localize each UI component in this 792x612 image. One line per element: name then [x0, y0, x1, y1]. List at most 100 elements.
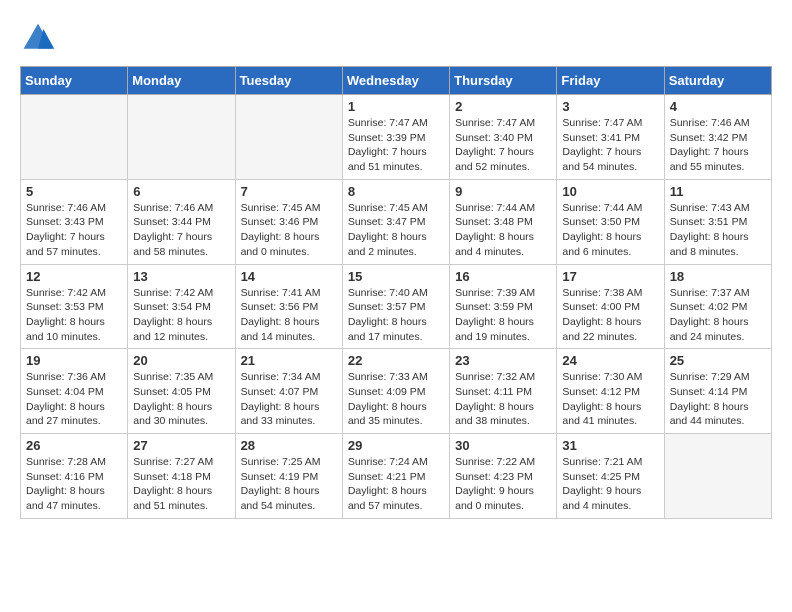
calendar-cell: 4 Sunrise: 7:46 AM Sunset: 3:42 PM Daylig…: [664, 95, 771, 180]
calendar-cell: 8 Sunrise: 7:45 AM Sunset: 3:47 PM Daylig…: [342, 179, 449, 264]
calendar-week-1: 1Sunrise: 7:47 AM Sunset: 3:39 PM Daylig…: [21, 95, 772, 180]
calendar-cell: 9 Sunrise: 7:44 AM Sunset: 3:48 PM Daylig…: [450, 179, 557, 264]
day-number: 2: [455, 99, 551, 114]
calendar-table: SundayMondayTuesdayWednesdayThursdayFrid…: [20, 66, 772, 519]
calendar-cell: 25 Sunrise: 7:29 AM Sunset: 4:14 PM Dayli…: [664, 349, 771, 434]
day-info: Sunrise: 7:44 AM Sunset: 3:48 PM Dayligh…: [455, 201, 551, 260]
day-info: Sunrise: 7:46 AM Sunset: 3:44 PM Dayligh…: [133, 201, 229, 260]
calendar-cell: 23Sunrise: 7:32 AM Sunset: 4:11 PM Dayli…: [450, 349, 557, 434]
calendar-cell: 20 Sunrise: 7:35 AM Sunset: 4:05 PM Dayli…: [128, 349, 235, 434]
day-number: 17: [562, 269, 658, 284]
day-number: 20: [133, 353, 229, 368]
calendar-cell: 6 Sunrise: 7:46 AM Sunset: 3:44 PM Daylig…: [128, 179, 235, 264]
calendar-cell: 1Sunrise: 7:47 AM Sunset: 3:39 PM Daylig…: [342, 95, 449, 180]
day-number: 29: [348, 438, 444, 453]
calendar-cell: 2 Sunrise: 7:47 AM Sunset: 3:40 PM Daylig…: [450, 95, 557, 180]
day-number: 22: [348, 353, 444, 368]
day-info: Sunrise: 7:45 AM Sunset: 3:46 PM Dayligh…: [241, 201, 337, 260]
calendar-cell: [235, 95, 342, 180]
calendar-cell: 5 Sunrise: 7:46 AM Sunset: 3:43 PM Daylig…: [21, 179, 128, 264]
column-header-wednesday: Wednesday: [342, 67, 449, 95]
column-header-saturday: Saturday: [664, 67, 771, 95]
calendar-cell: 24Sunrise: 7:30 AM Sunset: 4:12 PM Dayli…: [557, 349, 664, 434]
day-info: Sunrise: 7:46 AM Sunset: 3:43 PM Dayligh…: [26, 201, 122, 260]
day-info: Sunrise: 7:28 AM Sunset: 4:16 PM Dayligh…: [26, 455, 122, 514]
day-number: 21: [241, 353, 337, 368]
column-header-friday: Friday: [557, 67, 664, 95]
calendar-cell: 16 Sunrise: 7:39 AM Sunset: 3:59 PM Dayli…: [450, 264, 557, 349]
day-info: Sunrise: 7:45 AM Sunset: 3:47 PM Dayligh…: [348, 201, 444, 260]
calendar-week-2: 5 Sunrise: 7:46 AM Sunset: 3:43 PM Daylig…: [21, 179, 772, 264]
calendar-cell: 19 Sunrise: 7:36 AM Sunset: 4:04 PM Dayli…: [21, 349, 128, 434]
calendar-cell: 26 Sunrise: 7:28 AM Sunset: 4:16 PM Dayli…: [21, 434, 128, 519]
day-number: 14: [241, 269, 337, 284]
calendar-week-3: 12 Sunrise: 7:42 AM Sunset: 3:53 PM Dayli…: [21, 264, 772, 349]
calendar-cell: 27Sunrise: 7:27 AM Sunset: 4:18 PM Dayli…: [128, 434, 235, 519]
day-number: 27: [133, 438, 229, 453]
day-number: 7: [241, 184, 337, 199]
calendar-cell: 15Sunrise: 7:40 AM Sunset: 3:57 PM Dayli…: [342, 264, 449, 349]
day-number: 11: [670, 184, 766, 199]
day-info: Sunrise: 7:43 AM Sunset: 3:51 PM Dayligh…: [670, 201, 766, 260]
column-header-thursday: Thursday: [450, 67, 557, 95]
day-info: Sunrise: 7:38 AM Sunset: 4:00 PM Dayligh…: [562, 286, 658, 345]
calendar-cell: [128, 95, 235, 180]
day-info: Sunrise: 7:29 AM Sunset: 4:14 PM Dayligh…: [670, 370, 766, 429]
day-number: 23: [455, 353, 551, 368]
day-info: Sunrise: 7:47 AM Sunset: 3:40 PM Dayligh…: [455, 116, 551, 175]
calendar-cell: 22 Sunrise: 7:33 AM Sunset: 4:09 PM Dayli…: [342, 349, 449, 434]
day-info: Sunrise: 7:34 AM Sunset: 4:07 PM Dayligh…: [241, 370, 337, 429]
calendar-cell: 29 Sunrise: 7:24 AM Sunset: 4:21 PM Dayli…: [342, 434, 449, 519]
calendar-cell: 10 Sunrise: 7:44 AM Sunset: 3:50 PM Dayli…: [557, 179, 664, 264]
day-info: Sunrise: 7:24 AM Sunset: 4:21 PM Dayligh…: [348, 455, 444, 514]
day-info: Sunrise: 7:42 AM Sunset: 3:53 PM Dayligh…: [26, 286, 122, 345]
day-number: 24: [562, 353, 658, 368]
day-number: 18: [670, 269, 766, 284]
day-number: 19: [26, 353, 122, 368]
calendar-cell: 3Sunrise: 7:47 AM Sunset: 3:41 PM Daylig…: [557, 95, 664, 180]
column-header-tuesday: Tuesday: [235, 67, 342, 95]
day-info: Sunrise: 7:21 AM Sunset: 4:25 PM Dayligh…: [562, 455, 658, 514]
day-info: Sunrise: 7:46 AM Sunset: 3:42 PM Dayligh…: [670, 116, 766, 175]
day-number: 26: [26, 438, 122, 453]
column-header-monday: Monday: [128, 67, 235, 95]
day-number: 30: [455, 438, 551, 453]
day-info: Sunrise: 7:40 AM Sunset: 3:57 PM Dayligh…: [348, 286, 444, 345]
day-info: Sunrise: 7:47 AM Sunset: 3:41 PM Dayligh…: [562, 116, 658, 175]
calendar-header-row: SundayMondayTuesdayWednesdayThursdayFrid…: [21, 67, 772, 95]
calendar-cell: 13Sunrise: 7:42 AM Sunset: 3:54 PM Dayli…: [128, 264, 235, 349]
calendar-cell: 12 Sunrise: 7:42 AM Sunset: 3:53 PM Dayli…: [21, 264, 128, 349]
day-number: 5: [26, 184, 122, 199]
day-info: Sunrise: 7:44 AM Sunset: 3:50 PM Dayligh…: [562, 201, 658, 260]
day-number: 8: [348, 184, 444, 199]
calendar-cell: 31Sunrise: 7:21 AM Sunset: 4:25 PM Dayli…: [557, 434, 664, 519]
day-number: 25: [670, 353, 766, 368]
day-info: Sunrise: 7:37 AM Sunset: 4:02 PM Dayligh…: [670, 286, 766, 345]
day-number: 4: [670, 99, 766, 114]
calendar-cell: 28Sunrise: 7:25 AM Sunset: 4:19 PM Dayli…: [235, 434, 342, 519]
calendar-cell: 18 Sunrise: 7:37 AM Sunset: 4:02 PM Dayli…: [664, 264, 771, 349]
calendar-cell: [664, 434, 771, 519]
day-info: Sunrise: 7:35 AM Sunset: 4:05 PM Dayligh…: [133, 370, 229, 429]
day-number: 16: [455, 269, 551, 284]
day-number: 12: [26, 269, 122, 284]
logo: [20, 20, 62, 56]
day-info: Sunrise: 7:36 AM Sunset: 4:04 PM Dayligh…: [26, 370, 122, 429]
day-info: Sunrise: 7:47 AM Sunset: 3:39 PM Dayligh…: [348, 116, 444, 175]
logo-icon: [20, 20, 56, 56]
day-info: Sunrise: 7:33 AM Sunset: 4:09 PM Dayligh…: [348, 370, 444, 429]
day-number: 9: [455, 184, 551, 199]
day-info: Sunrise: 7:22 AM Sunset: 4:23 PM Dayligh…: [455, 455, 551, 514]
calendar-week-4: 19 Sunrise: 7:36 AM Sunset: 4:04 PM Dayli…: [21, 349, 772, 434]
day-info: Sunrise: 7:42 AM Sunset: 3:54 PM Dayligh…: [133, 286, 229, 345]
day-number: 10: [562, 184, 658, 199]
calendar-cell: [21, 95, 128, 180]
column-header-sunday: Sunday: [21, 67, 128, 95]
day-info: Sunrise: 7:39 AM Sunset: 3:59 PM Dayligh…: [455, 286, 551, 345]
calendar-cell: 21 Sunrise: 7:34 AM Sunset: 4:07 PM Dayli…: [235, 349, 342, 434]
day-number: 6: [133, 184, 229, 199]
day-number: 28: [241, 438, 337, 453]
calendar-cell: 11 Sunrise: 7:43 AM Sunset: 3:51 PM Dayli…: [664, 179, 771, 264]
calendar-cell: 30 Sunrise: 7:22 AM Sunset: 4:23 PM Dayli…: [450, 434, 557, 519]
calendar-cell: 17 Sunrise: 7:38 AM Sunset: 4:00 PM Dayli…: [557, 264, 664, 349]
